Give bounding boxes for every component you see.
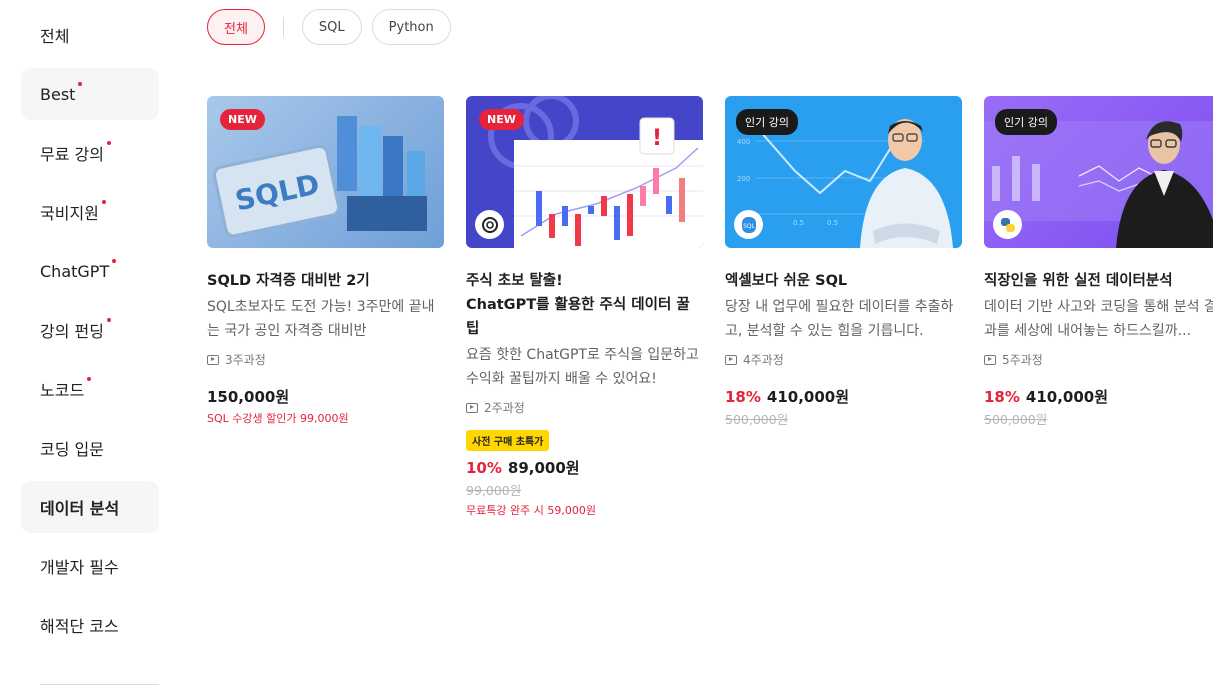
original-price: 99,000원 (466, 483, 522, 498)
chip-divider (282, 17, 284, 37)
course-duration: 4주과정 (725, 351, 962, 368)
sidebar-item-dev-essentials[interactable]: 개발자 필수 (21, 540, 159, 592)
price-text: 410,000원 (766, 388, 850, 406)
sql-database-icon: SQL (734, 210, 763, 239)
sidebar-item-chatgpt[interactable]: ChatGPT (21, 245, 159, 297)
svg-text:!: ! (652, 126, 662, 151)
course-thumbnail[interactable]: 400 200 0.5 0.5 인기 강의 SQL (725, 96, 962, 248)
sidebar-item-label: 강의 펀딩 (40, 322, 104, 341)
sidebar-item-free[interactable]: 무료 강의 (21, 127, 159, 179)
openai-icon (475, 210, 504, 239)
lesson-icon (725, 354, 737, 365)
sidebar-item-label: 개발자 필수 (40, 558, 119, 577)
sidebar-item-label: Best (40, 84, 76, 104)
sidebar-item-label: ChatGPT (40, 261, 110, 281)
course-price: 18% 410,000원 (725, 386, 962, 407)
course-duration: 5주과정 (984, 351, 1213, 368)
course-price: 150,000원 (207, 386, 444, 407)
original-price: 500,000원 (984, 412, 1048, 427)
svg-text:0.5: 0.5 (793, 219, 804, 227)
course-description: SQL초보자도 도전 가능! 3주만에 끝내는 국가 공인 자격증 대비반 (207, 299, 435, 339)
duration-text: 3주과정 (225, 353, 266, 367)
course-price: 10% 89,000원 (466, 457, 703, 478)
sidebar-item-national-support[interactable]: 국비지원 (21, 186, 159, 238)
svg-text:400: 400 (737, 138, 750, 146)
discount-rate: 18% (984, 388, 1020, 406)
course-card-sql-excel[interactable]: 400 200 0.5 0.5 인기 강의 SQL 엑셀보다 쉬운 SQL 당장… (725, 96, 962, 428)
sidebar-item-data-analysis[interactable]: 데이터 분석 (21, 481, 159, 533)
category-sidebar: 전체 Best 무료 강의 국비지원 ChatGPT 강의 펀딩 노코드 코딩 … (21, 0, 159, 658)
new-dot-icon (106, 318, 111, 322)
new-badge: NEW (479, 109, 524, 130)
presale-badge: 사전 구매 초특가 (466, 430, 550, 451)
discount-rate: 10% (466, 459, 502, 477)
sidebar-item-label: 해적단 코스 (40, 617, 119, 636)
course-thumbnail[interactable]: SQLD NEW (207, 96, 444, 248)
chip-python[interactable]: Python (371, 9, 451, 45)
sidebar-item-funding[interactable]: 강의 펀딩 (21, 304, 159, 356)
duration-text: 4주과정 (743, 353, 784, 367)
course-title[interactable]: 주식 초보 탈출! ChatGPT를 활용한 주식 데이터 꿀팁 (466, 269, 703, 341)
discount-rate: 18% (725, 388, 761, 406)
original-price: 500,000원 (725, 412, 789, 427)
course-title-line: ChatGPT를 활용한 주식 데이터 꿀팁 (466, 297, 690, 337)
course-duration: 2주과정 (466, 399, 703, 416)
discount-note: SQL 수강생 할인가 99,000원 (207, 412, 349, 425)
course-price: 18% 410,000원 (984, 386, 1213, 407)
course-card-sqld[interactable]: SQLD NEW SQLD 자격증 대비반 2기 SQL초보자도 도전 가능! … (207, 96, 444, 426)
svg-text:200: 200 (737, 175, 750, 183)
course-title[interactable]: 직장인을 위한 실전 데이터분석 (984, 269, 1213, 293)
sidebar-item-label: 전체 (40, 27, 70, 46)
course-title-line: 주식 초보 탈출! (466, 273, 563, 289)
course-card-data-analysis[interactable]: 인기 강의 직장인을 위한 실전 데이터분석 데이터 기반 사고와 코딩을 통해… (984, 96, 1213, 428)
sidebar-item-nocode[interactable]: 노코드 (21, 363, 159, 415)
price-text: 410,000원 (1025, 388, 1109, 406)
filter-chips: 전체 SQL Python (207, 9, 461, 45)
lesson-icon (466, 402, 478, 413)
sidebar-divider (40, 684, 159, 685)
chip-all[interactable]: 전체 (207, 9, 265, 45)
sidebar-item-pirate-course[interactable]: 해적단 코스 (21, 599, 159, 651)
sidebar-item-label: 국비지원 (40, 204, 99, 223)
python-icon (993, 210, 1022, 239)
new-dot-icon (101, 200, 106, 204)
course-description: 데이터 기반 사고와 코딩을 통해 분석 결과를 세상에 내어놓는 하드스킬까.… (984, 299, 1213, 339)
svg-text:0.5: 0.5 (827, 219, 838, 227)
new-dot-icon (106, 141, 111, 145)
course-description: 요즘 핫한 ChatGPT로 주식을 입문하고 수익화 꿀팁까지 배울 수 있어… (466, 347, 699, 387)
course-thumbnail[interactable]: 인기 강의 (984, 96, 1213, 248)
new-dot-icon (87, 377, 92, 381)
course-title[interactable]: 엑셀보다 쉬운 SQL (725, 269, 962, 293)
sidebar-item-label: 코딩 입문 (40, 440, 104, 459)
svg-text:SQL: SQL (743, 223, 756, 230)
sidebar-item-coding-intro[interactable]: 코딩 입문 (21, 422, 159, 474)
new-dot-icon (112, 259, 117, 263)
course-duration: 3주과정 (207, 351, 444, 368)
sidebar-item-label: 무료 강의 (40, 145, 104, 164)
course-card-chatgpt-stock[interactable]: ! NEW 주식 초보 탈출! ChatGPT를 활용한 주식 데이터 꿀팁 요… (466, 96, 703, 518)
sidebar-item-all[interactable]: 전체 (21, 9, 159, 61)
new-dot-icon (78, 82, 83, 86)
course-description: 당장 내 업무에 필요한 데이터를 추출하고, 분석할 수 있는 힘을 기릅니다… (725, 299, 954, 339)
popular-badge: 인기 강의 (736, 109, 798, 135)
sidebar-item-label: 노코드 (40, 381, 85, 400)
price-text: 150,000원 (207, 388, 290, 406)
duration-text: 2주과정 (484, 401, 525, 415)
lesson-icon (207, 354, 219, 365)
course-thumbnail[interactable]: ! NEW (466, 96, 703, 248)
sidebar-item-best[interactable]: Best (21, 68, 159, 120)
chip-sql[interactable]: SQL (301, 9, 362, 45)
lesson-icon (984, 354, 996, 365)
course-title[interactable]: SQLD 자격증 대비반 2기 (207, 269, 444, 293)
new-badge: NEW (220, 109, 265, 130)
price-text: 89,000원 (507, 459, 580, 477)
sidebar-item-label: 데이터 분석 (40, 499, 120, 518)
popular-badge: 인기 강의 (995, 109, 1057, 135)
duration-text: 5주과정 (1002, 353, 1043, 367)
discount-note: 무료특강 완주 시 59,000원 (466, 504, 596, 517)
